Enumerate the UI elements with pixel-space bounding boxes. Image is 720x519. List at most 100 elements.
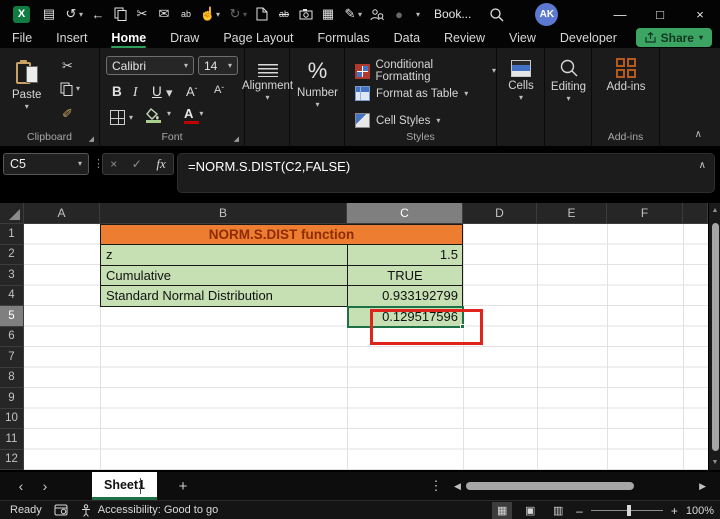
paste-dropdown-icon[interactable]: ▾ bbox=[25, 104, 29, 110]
font-family-select[interactable]: Calibri ▾ bbox=[106, 56, 194, 75]
page-layout-view-icon[interactable]: ▣ bbox=[520, 502, 540, 519]
tab-data[interactable]: Data bbox=[382, 28, 432, 48]
borders-button[interactable]: ▾ bbox=[110, 110, 133, 125]
font-color-dropdown-icon[interactable]: ▾ bbox=[199, 111, 203, 117]
cut-button[interactable]: ✂ bbox=[62, 58, 73, 74]
row-header-9[interactable]: 9 bbox=[0, 388, 24, 409]
name-box-dropdown-icon[interactable]: ▾ bbox=[78, 161, 82, 167]
macro-record-icon[interactable] bbox=[54, 504, 68, 516]
record-icon[interactable]: ● bbox=[388, 3, 410, 25]
horizontal-scrollbar-thumb[interactable] bbox=[466, 482, 634, 490]
scroll-down-icon[interactable]: ▼ bbox=[709, 459, 720, 466]
tab-file[interactable]: File bbox=[0, 28, 44, 48]
sheet-nav-right-icon[interactable]: › bbox=[32, 472, 58, 500]
user-avatar[interactable]: AK bbox=[535, 3, 558, 26]
row-header-6[interactable]: 6 bbox=[0, 327, 24, 348]
cancel-icon[interactable]: × bbox=[110, 157, 117, 171]
editing-button[interactable]: Editing ▾ bbox=[545, 58, 592, 102]
column-header-a[interactable]: A bbox=[24, 203, 100, 224]
select-all-corner[interactable] bbox=[0, 203, 24, 224]
alignment-dropdown-icon[interactable]: ▾ bbox=[265, 95, 269, 101]
tab-developer[interactable]: Developer bbox=[548, 28, 629, 48]
zoom-level[interactable]: 100% bbox=[686, 505, 714, 517]
alignment-button[interactable]: Alignment ▾ bbox=[245, 64, 290, 101]
format-painter-button[interactable]: ✐ bbox=[62, 106, 73, 122]
cell-styles-button[interactable]: Cell Styles ▾ bbox=[355, 113, 440, 128]
number-dropdown-icon[interactable]: ▾ bbox=[315, 102, 319, 108]
tab-insert[interactable]: Insert bbox=[44, 28, 99, 48]
font-size-select[interactable]: 14 ▾ bbox=[198, 56, 238, 75]
camera-icon[interactable] bbox=[295, 3, 317, 25]
cell-b1-merged-title[interactable]: NORM.S.DIST function bbox=[100, 224, 463, 246]
collapse-ribbon-icon[interactable]: ∧ bbox=[695, 129, 702, 140]
copy-button[interactable]: ▾ bbox=[60, 82, 80, 96]
person-search-icon[interactable] bbox=[366, 3, 388, 25]
copy-dropdown-icon[interactable]: ▾ bbox=[76, 86, 80, 92]
font-color-button[interactable]: A ▾ bbox=[184, 108, 203, 119]
scroll-left-icon[interactable]: ◀ bbox=[454, 481, 461, 492]
format-as-table-button[interactable]: Format as Table ▾ bbox=[355, 86, 468, 101]
insert-function-icon[interactable]: fx bbox=[156, 156, 165, 172]
vertical-scrollbar[interactable]: ▲ ▼ bbox=[708, 203, 720, 470]
email-icon[interactable]: ✉ bbox=[153, 3, 175, 25]
vertical-scrollbar-thumb[interactable] bbox=[712, 223, 719, 451]
column-header-d[interactable]: D bbox=[463, 203, 537, 224]
sheet-nav-left-icon[interactable]: ‹ bbox=[8, 472, 34, 500]
save-icon[interactable]: ▤ bbox=[38, 3, 60, 25]
accessibility-status[interactable]: Accessibility: Good to go bbox=[98, 504, 218, 516]
scroll-up-icon[interactable]: ▲ bbox=[709, 207, 720, 214]
borders-dropdown-icon[interactable]: ▾ bbox=[129, 115, 133, 121]
number-button[interactable]: % Number ▾ bbox=[290, 58, 345, 108]
sheet-tab-sheet1[interactable]: Sheet1 bbox=[92, 472, 157, 500]
formula-input[interactable]: =NORM.S.DIST(C2,FALSE) ∧ bbox=[177, 153, 715, 193]
row-header-7[interactable]: 7 bbox=[0, 347, 24, 368]
column-header-b[interactable]: B bbox=[100, 203, 347, 224]
bold-button[interactable]: B bbox=[112, 84, 122, 99]
conditional-formatting-button[interactable]: Conditional Formatting ▾ bbox=[355, 59, 496, 83]
tab-page-layout[interactable]: Page Layout bbox=[211, 28, 305, 48]
spellcheck-icon[interactable]: ab bbox=[175, 3, 197, 25]
touch-mode-dropdown-icon[interactable]: ▾ bbox=[216, 10, 224, 19]
cell-c3[interactable]: TRUE bbox=[347, 265, 463, 287]
row-header-12[interactable]: 12 bbox=[0, 450, 24, 471]
qat-overflow-icon[interactable]: ▾ bbox=[416, 10, 424, 19]
maximize-button[interactable]: □ bbox=[640, 0, 680, 28]
decrease-font-button[interactable]: Aˇ bbox=[214, 84, 224, 96]
search-icon[interactable] bbox=[485, 3, 507, 25]
back-icon[interactable]: ← bbox=[87, 3, 109, 25]
table-icon[interactable]: ▦ bbox=[317, 3, 339, 25]
horizontal-scrollbar[interactable]: ◀ ▶ bbox=[452, 472, 708, 500]
strikethrough-icon[interactable]: ab bbox=[273, 3, 295, 25]
tab-view[interactable]: View bbox=[497, 28, 548, 48]
cell-b3[interactable]: Cumulative bbox=[100, 265, 348, 287]
zoom-slider[interactable] bbox=[591, 510, 663, 511]
tab-draw[interactable]: Draw bbox=[158, 28, 211, 48]
tab-review[interactable]: Review bbox=[432, 28, 497, 48]
zoom-in-icon[interactable]: + bbox=[671, 504, 678, 518]
zoom-slider-handle[interactable] bbox=[627, 505, 631, 516]
tab-home[interactable]: Home bbox=[99, 28, 158, 48]
row-header-8[interactable]: 8 bbox=[0, 368, 24, 389]
row-header-10[interactable]: 10 bbox=[0, 409, 24, 430]
cell-b4[interactable]: Standard Normal Distribution bbox=[100, 285, 348, 307]
redo-dropdown-icon[interactable]: ▾ bbox=[243, 10, 251, 19]
expand-formula-bar-icon[interactable]: ∧ bbox=[699, 160, 706, 171]
row-header-2[interactable]: 2 bbox=[0, 245, 24, 266]
scroll-right-icon[interactable]: ▶ bbox=[699, 481, 706, 492]
zoom-out-icon[interactable]: – bbox=[576, 504, 583, 518]
column-header-partial[interactable] bbox=[683, 203, 708, 224]
increase-font-button[interactable]: Aˆ bbox=[186, 84, 197, 99]
row-header-1[interactable]: 1 bbox=[0, 224, 24, 245]
undo-dropdown-icon[interactable]: ▾ bbox=[79, 10, 87, 19]
copy-icon[interactable] bbox=[109, 3, 131, 25]
minimize-button[interactable]: — bbox=[600, 0, 640, 28]
column-header-f[interactable]: F bbox=[607, 203, 683, 224]
page-break-view-icon[interactable]: ▥ bbox=[548, 502, 568, 519]
tab-formulas[interactable]: Formulas bbox=[306, 28, 382, 48]
cell-c2[interactable]: 1.5 bbox=[347, 244, 463, 266]
row-header-3[interactable]: 3 bbox=[0, 265, 24, 286]
normal-view-icon[interactable]: ▦ bbox=[492, 502, 512, 519]
underline-dropdown-icon[interactable]: ▾ bbox=[166, 90, 173, 96]
share-button[interactable]: Share ▾ bbox=[636, 28, 712, 47]
font-dialog-launcher-icon[interactable]: ◢ bbox=[234, 135, 239, 143]
